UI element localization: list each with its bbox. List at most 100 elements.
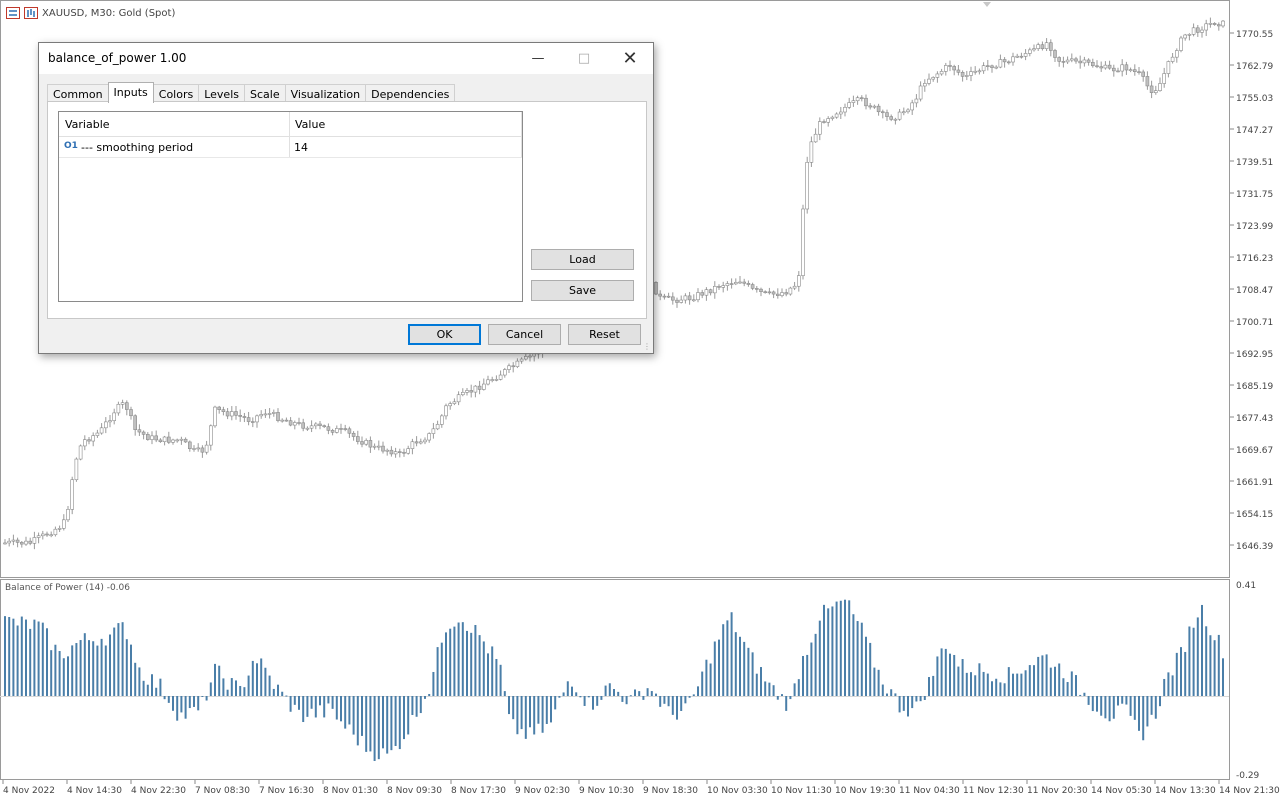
oscillator-bar [281,691,284,696]
oscillator-bar [155,687,158,696]
oscillator-bar [209,682,212,696]
inputs-tab-panel: Variable Value O1 --- smoothing period 1… [47,101,647,319]
oscillator-bar [272,688,275,696]
oscillator-bar [814,633,817,696]
indicator-list-icon[interactable] [6,7,20,19]
oscillator-bar [230,678,233,696]
chart-bars-icon[interactable] [24,7,38,19]
oscillator-bar [117,623,120,696]
chart-symbol-header: XAUUSD, M30: Gold (Spot) [6,6,175,20]
price-tick-label: 1677.43 [1236,414,1273,424]
oscillator-bar [1146,696,1149,727]
oscillator-bar [478,635,481,696]
oscillator-bar [1167,672,1170,696]
oscillator-bar [688,696,691,698]
maximize-button[interactable]: □ [561,43,607,74]
candle [78,444,83,461]
oscillator-bar [1037,656,1040,696]
dialog-title: balance_of_power 1.00 [48,51,187,65]
oscillator-bar [365,696,368,752]
oscillator-bar [394,696,397,747]
table-row[interactable]: O1 --- smoothing period 14 [59,137,522,158]
oscillator-bar [1020,673,1023,696]
minimize-button[interactable]: — [515,43,561,74]
oscillator-bar [1091,696,1094,712]
oscillator-bar [545,696,548,724]
oscillator-bar [298,696,300,710]
save-button[interactable]: Save [531,280,634,301]
oscillator-bar [121,622,124,696]
oscillator-bar [1007,667,1010,696]
oscillator-bar [340,696,342,722]
oscillator-bar [235,680,237,696]
resize-grip-icon[interactable]: ⋮ [643,343,651,351]
oscillator-bar [789,696,792,700]
tab-inputs[interactable]: Inputs [107,82,154,103]
oscillator-bar [554,696,557,710]
candle [1179,35,1183,53]
oscillator-bar [142,680,145,696]
time-axis[interactable]: 4 Nov 2022 4 Nov 14:30 4 Nov 22:30 7 Nov 08… [0,780,1280,800]
oscillator-bar [163,696,166,700]
oscillator-bar [877,669,880,696]
oscillator-bar [600,696,603,700]
oscillator-bar [802,655,804,696]
oscillator-bar [344,696,347,729]
cancel-button[interactable]: Cancel [488,324,561,345]
dialog-titlebar[interactable]: balance_of_power 1.00 — □ ✕ [39,43,653,74]
oscillator-bar [961,659,964,696]
oscillator-bar [8,617,11,696]
oscillator-bar [386,696,389,754]
oscillator-bar [20,616,23,696]
oscillator-bar [596,696,599,706]
oscillator-scale-label: 0.41 [1236,581,1256,591]
inputs-grid: Variable Value O1 --- smoothing period 1… [58,111,523,302]
price-axis[interactable]: 1770.55 1762.79 1755.03 1747.27 1739.51 1731.… [1230,0,1280,780]
oscillator-bar [747,647,750,696]
oscillator-bar [571,686,573,696]
oscillator-bar [730,612,733,696]
oscillator-bar [50,650,53,696]
oscillator-bar [361,696,363,736]
oscillator-bar [25,619,27,696]
oscillator-bar [310,696,313,709]
oscillator-bar [285,695,288,697]
oscillator-bar [844,599,846,696]
price-tick-label: 1762.79 [1236,62,1273,72]
oscillator-bar [919,696,922,702]
oscillator-bar [755,673,758,696]
oscillator-bar [62,658,65,696]
oscillator-bar [461,622,464,696]
oscillator-bar [537,696,540,724]
ok-button[interactable]: OK [408,324,481,345]
oscillator-bar [499,664,502,696]
close-button[interactable]: ✕ [607,43,653,74]
oscillator-bar [592,696,594,710]
oscillator-bar [390,696,393,751]
variable-value-field[interactable]: 14 [294,141,308,154]
column-header-variable[interactable]: Variable [65,118,110,131]
candle [801,204,805,280]
oscillator-bar [79,640,82,696]
time-tick-label: 10 Nov 11:30 [771,786,832,796]
oscillator-bar [419,696,422,714]
oscillator-bar [474,624,477,696]
oscillator-bar [75,643,78,696]
oscillator-bar [218,665,221,696]
oscillator-bar [487,653,489,696]
oscillator-bar [949,653,951,696]
price-tick-label: 1755.03 [1236,94,1273,104]
oscillator-bar [768,682,771,696]
oscillator-bar [159,678,162,696]
oscillator-bar [1016,673,1019,696]
oscillator-bar [797,679,800,696]
oscillator-bar [1175,652,1178,696]
column-header-value[interactable]: Value [295,118,325,131]
load-button[interactable]: Load [531,249,634,270]
reset-button[interactable]: Reset [568,324,641,345]
price-tick-label: 1747.27 [1236,126,1273,136]
oscillator-bar [970,672,972,696]
oscillator-bar [1188,626,1191,696]
price-tick-label: 1692.95 [1236,350,1273,360]
oscillator-bar [886,693,888,696]
